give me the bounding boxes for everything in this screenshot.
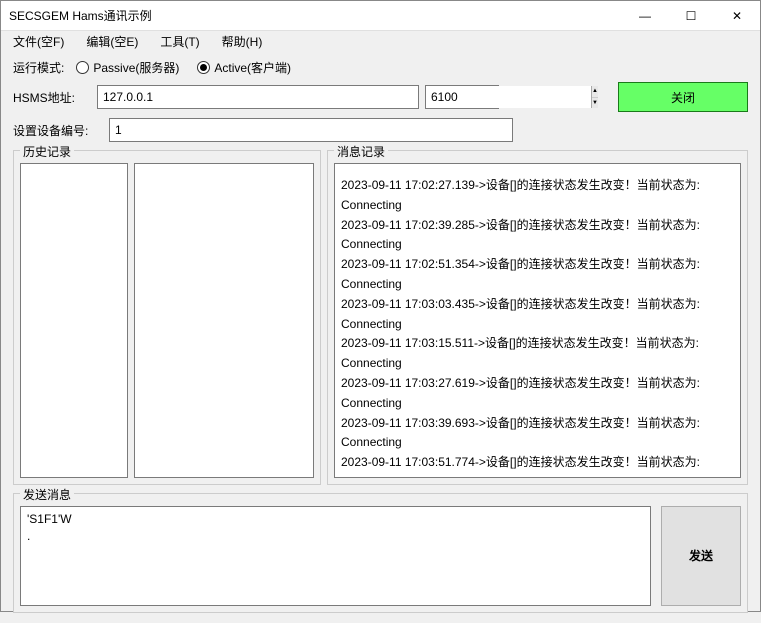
hsms-row: HSMS地址: 127.0.0.1 ▲ ▼ 关闭 — [13, 82, 748, 112]
hsms-address-input[interactable]: 127.0.0.1 — [97, 85, 419, 109]
device-label: 设置设备编号: — [13, 122, 103, 139]
messages-textarea[interactable]: 2023-09-11 17:02:27.139->设备[]的连接状态发生改变！当… — [334, 163, 741, 478]
message-line: 2023-09-11 17:03:51.774->设备[]的连接状态发生改变！当… — [341, 453, 734, 473]
spinner-down-icon[interactable]: ▼ — [592, 98, 598, 109]
message-line: Connecting — [341, 315, 734, 335]
menu-edit[interactable]: 编辑(空E) — [82, 31, 142, 52]
close-window-button[interactable]: ✕ — [714, 1, 760, 31]
mode-passive-label: Passive(服务器) — [93, 59, 179, 76]
message-line: Connecting — [341, 275, 734, 295]
message-line: Connecting — [341, 433, 734, 453]
mode-row: 运行模式: Passive(服务器) Active(客户端) — [13, 59, 748, 76]
minimize-button[interactable]: — — [622, 1, 668, 31]
menu-help[interactable]: 帮助(H) — [218, 31, 267, 52]
hsms-address-value: 127.0.0.1 — [103, 90, 153, 104]
send-textarea[interactable]: 'S1F1'W . — [20, 506, 651, 606]
mode-label: 运行模式: — [13, 59, 64, 76]
message-line: 2023-09-11 17:03:39.693->设备[]的连接状态发生改变！当… — [341, 414, 734, 434]
device-id-value: 1 — [115, 123, 122, 137]
history-list-left[interactable] — [20, 163, 128, 478]
messages-fieldset: 消息记录 2023-09-11 17:02:27.139->设备[]的连接状态发… — [327, 150, 748, 485]
message-line: Connecting — [341, 354, 734, 374]
mode-active-label: Active(客户端) — [214, 59, 291, 76]
history-legend: 历史记录 — [20, 143, 74, 160]
history-list-right[interactable] — [134, 163, 314, 478]
app-window: SECSGEM Hams通讯示例 — ☐ ✕ 文件(空F) 编辑(空E) 工具(… — [0, 0, 761, 612]
message-line: 2023-09-11 17:03:03.435->设备[]的连接状态发生改变！当… — [341, 295, 734, 315]
message-line: 2023-09-11 17:03:27.619->设备[]的连接状态发生改变！当… — [341, 374, 734, 394]
device-row: 设置设备编号: 1 — [13, 118, 748, 142]
window-title: SECSGEM Hams通讯示例 — [9, 7, 622, 24]
spinner-buttons: ▲ ▼ — [591, 86, 598, 108]
middle-row: 历史记录 消息记录 2023-09-11 17:02:27.139->设备[]的… — [13, 150, 748, 485]
hsms-port-input[interactable] — [426, 86, 591, 108]
send-fieldset: 发送消息 'S1F1'W . 发送 — [13, 493, 748, 613]
hsms-label: HSMS地址: — [13, 89, 91, 106]
menu-tools[interactable]: 工具(T) — [156, 31, 203, 52]
message-line: 2023-09-11 17:02:27.139->设备[]的连接状态发生改变！当… — [341, 176, 734, 196]
message-line: 2023-09-11 17:02:39.285->设备[]的连接状态发生改变！当… — [341, 216, 734, 236]
messages-legend: 消息记录 — [334, 143, 388, 160]
send-legend: 发送消息 — [20, 486, 74, 503]
device-id-input[interactable]: 1 — [109, 118, 513, 142]
maximize-button[interactable]: ☐ — [668, 1, 714, 31]
titlebar: SECSGEM Hams通讯示例 — ☐ ✕ — [1, 1, 760, 31]
mode-active-radio[interactable]: Active(客户端) — [197, 59, 291, 76]
history-body — [20, 163, 314, 478]
content-area: 运行模式: Passive(服务器) Active(客户端) HSMS地址: 1… — [1, 52, 760, 623]
message-line: Connecting — [341, 394, 734, 414]
send-text-line: . — [27, 528, 644, 545]
message-line: Connecting — [341, 235, 734, 255]
mode-passive-radio[interactable]: Passive(服务器) — [76, 59, 179, 76]
close-button-label: 关闭 — [671, 89, 695, 106]
menu-file[interactable]: 文件(空F) — [9, 31, 68, 52]
send-text-line: 'S1F1'W — [27, 511, 644, 528]
send-body: 'S1F1'W . 发送 — [20, 506, 741, 606]
spinner-up-icon[interactable]: ▲ — [592, 86, 598, 98]
window-controls: — ☐ ✕ — [622, 1, 760, 31]
message-line: 2023-09-11 17:03:15.511->设备[]的连接状态发生改变！当… — [341, 334, 734, 354]
radio-icon — [76, 61, 89, 74]
message-line: Connecting — [341, 196, 734, 216]
menubar: 文件(空F) 编辑(空E) 工具(T) 帮助(H) — [1, 31, 760, 52]
message-line: 2023-09-11 17:02:51.354->设备[]的连接状态发生改变！当… — [341, 255, 734, 275]
hsms-port-spinner[interactable]: ▲ ▼ — [425, 85, 499, 109]
radio-icon — [197, 61, 210, 74]
close-connection-button[interactable]: 关闭 — [618, 82, 748, 112]
send-button-label: 发送 — [689, 547, 713, 564]
send-button[interactable]: 发送 — [661, 506, 741, 606]
history-fieldset: 历史记录 — [13, 150, 321, 485]
